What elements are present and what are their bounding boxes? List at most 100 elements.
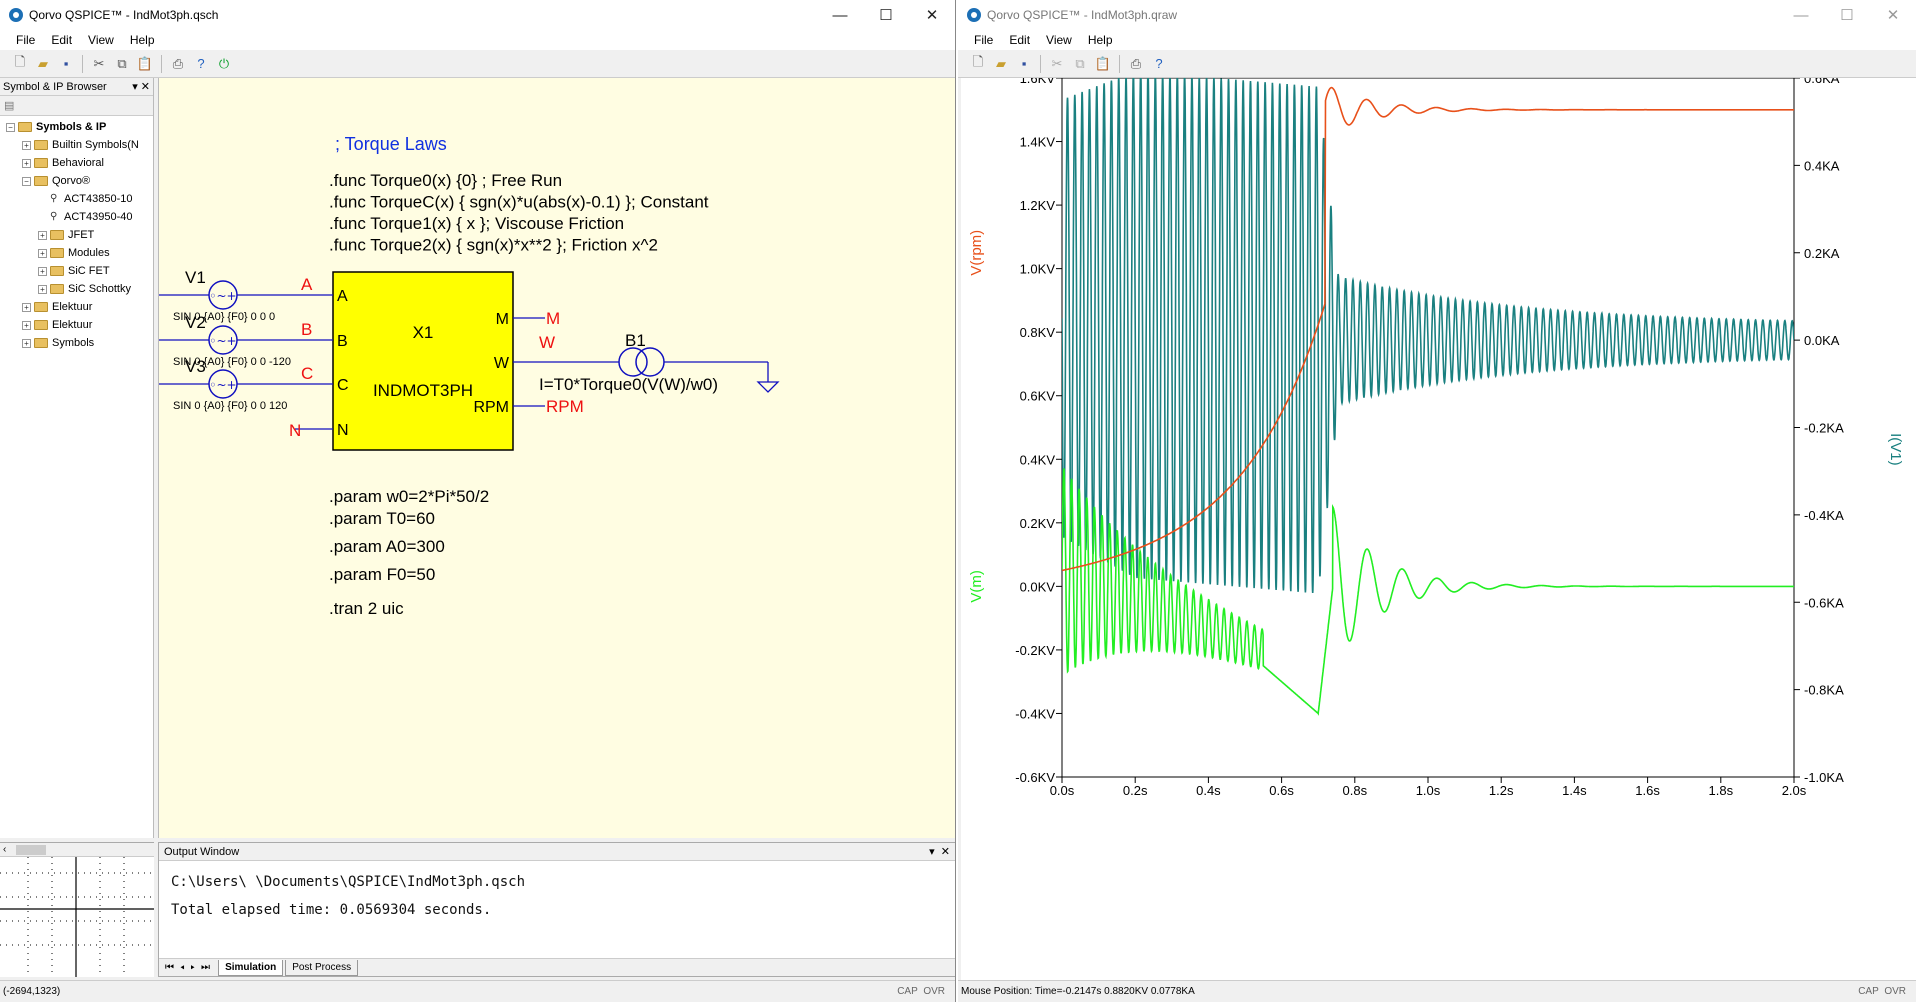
- expand-icon[interactable]: +: [38, 266, 47, 276]
- scroll-thumb[interactable]: [16, 844, 47, 855]
- overwrite-indicator: OVR: [923, 986, 945, 997]
- func-directive: .func TorqueC(x) { sgn(x)*u(abs(x)-0.1) …: [329, 193, 709, 212]
- tree-item[interactable]: + Symbols: [22, 334, 94, 352]
- y-right-tick-label: -0.4KA: [1804, 508, 1844, 523]
- copy-icon[interactable]: ⧉: [112, 54, 132, 74]
- new-file-icon[interactable]: 🗋: [10, 54, 30, 74]
- tree-item[interactable]: + SiC Schottky: [38, 280, 131, 298]
- paste-icon[interactable]: 📋: [135, 54, 155, 74]
- param-directive: .param A0=300: [329, 537, 445, 556]
- open-folder-icon[interactable]: ▰: [991, 54, 1011, 74]
- y-left-tick-label: -0.4KV: [1015, 706, 1055, 721]
- qspice-app-icon: [9, 8, 23, 22]
- block-type: INDMOT3PH: [373, 381, 473, 400]
- menu-file[interactable]: File: [8, 33, 43, 47]
- schematic-editor-window: Qorvo QSPICE™ - IndMot3ph.qsch — ☐ ✕ Fil…: [0, 0, 956, 1002]
- collapse-icon[interactable]: −: [6, 122, 15, 132]
- voltage-source-v3[interactable]: ◦~+: [208, 369, 238, 399]
- scroll-left-icon[interactable]: ‹: [3, 844, 6, 855]
- menu-edit[interactable]: Edit: [43, 33, 80, 47]
- title-bar: Qorvo QSPICE™ - IndMot3ph.qsch — ☐ ✕: [0, 0, 955, 30]
- expand-icon[interactable]: +: [38, 248, 47, 258]
- expand-icon[interactable]: +: [22, 140, 31, 150]
- tree-item[interactable]: + Elektuur: [22, 298, 92, 316]
- open-folder-icon[interactable]: ▰: [33, 54, 53, 74]
- symbol-icon: ⚲: [50, 211, 58, 222]
- maximize-button[interactable]: ☐: [863, 0, 909, 30]
- tree-item-label: Modules: [68, 247, 110, 259]
- tree-item[interactable]: + Behavioral: [22, 154, 104, 172]
- y-right-tick-label: -0.6KA: [1804, 595, 1844, 610]
- close-button[interactable]: ✕: [1870, 0, 1916, 30]
- tab-simulation[interactable]: Simulation: [218, 959, 284, 976]
- b1-refdes: B1: [625, 331, 646, 350]
- tran-directive: .tran 2 uic: [329, 599, 404, 618]
- close-panel-icon[interactable]: ✕: [941, 846, 950, 858]
- folder-icon: [34, 176, 48, 186]
- navigator-minimap[interactable]: ‹: [0, 842, 154, 977]
- voltage-source-v2[interactable]: ◦~+: [208, 325, 238, 355]
- menu-view[interactable]: View: [1038, 33, 1080, 47]
- print-icon[interactable]: ⎙: [1126, 54, 1146, 74]
- minimize-button[interactable]: —: [817, 0, 863, 30]
- pin-dropdown-icon[interactable]: ▾: [929, 846, 935, 858]
- tab-post-process[interactable]: Post Process: [285, 959, 359, 976]
- expand-icon[interactable]: +: [22, 302, 31, 312]
- save-icon[interactable]: ▪: [1014, 54, 1034, 74]
- voltage-source-v1[interactable]: ◦~+: [208, 280, 238, 310]
- pin-dropdown-icon[interactable]: ▾: [132, 81, 138, 93]
- expand-icon[interactable]: +: [22, 320, 31, 330]
- menu-view[interactable]: View: [80, 33, 122, 47]
- folder-icon: [34, 320, 48, 330]
- tree-item[interactable]: ⚲ ACT43850-10: [38, 190, 133, 208]
- collapse-icon[interactable]: −: [22, 176, 31, 186]
- tree-item[interactable]: + Builtin Symbols(N: [22, 136, 139, 154]
- paste-icon[interactable]: 📋: [1093, 54, 1113, 74]
- cut-icon[interactable]: ✂: [1047, 54, 1067, 74]
- copy-icon[interactable]: ⧉: [1070, 54, 1090, 74]
- menu-edit[interactable]: Edit: [1001, 33, 1038, 47]
- y-left-tick-label: 0.4KV: [1020, 452, 1056, 467]
- current-source-b1[interactable]: [618, 347, 665, 377]
- pin-label: W: [494, 355, 510, 372]
- maximize-button[interactable]: ☐: [1824, 0, 1870, 30]
- browser-toolbar-icon[interactable]: ▤: [4, 99, 14, 112]
- sidebar-title: Symbol & IP Browser: [3, 80, 107, 93]
- waveform-plot[interactable]: 0.0s 0.2s 0.4s 0.6s 0.8s 1.0s 1.2s 1.4s 1.6s 1.8s…: [961, 71, 1916, 980]
- pin-label: M: [496, 311, 509, 328]
- expand-icon[interactable]: +: [22, 158, 31, 168]
- help-icon[interactable]: ?: [1149, 54, 1169, 74]
- tree-item[interactable]: + SiC FET: [38, 262, 110, 280]
- tree-item[interactable]: ⚲ ACT43950-40: [38, 208, 133, 226]
- y-left-tick-label: -0.2KV: [1015, 643, 1055, 658]
- folder-icon: [34, 140, 48, 150]
- close-panel-icon[interactable]: ✕: [141, 81, 150, 93]
- expand-icon[interactable]: +: [38, 230, 47, 240]
- tree-item[interactable]: + Modules: [38, 244, 110, 262]
- save-icon[interactable]: ▪: [56, 54, 76, 74]
- y-label-rpm: V(rpm): [968, 230, 985, 276]
- indmot3ph-block[interactable]: [332, 271, 514, 451]
- source-refdes: V2: [185, 313, 206, 332]
- print-icon[interactable]: ⎙: [168, 54, 188, 74]
- menu-file[interactable]: File: [966, 33, 1001, 47]
- menu-bar: File Edit View Help: [0, 30, 955, 50]
- tree-item[interactable]: − Qorvo®: [22, 172, 90, 190]
- close-button[interactable]: ✕: [909, 0, 955, 30]
- minimize-button[interactable]: —: [1778, 0, 1824, 30]
- new-file-icon[interactable]: 🗋: [968, 54, 988, 74]
- help-icon[interactable]: ?: [191, 54, 211, 74]
- tree-item-label: Elektuur: [52, 301, 93, 313]
- tab-nav-arrows[interactable]: ⏮◂▸⏭: [165, 962, 216, 973]
- run-simulation-icon[interactable]: ⏻: [214, 54, 234, 74]
- status-bar: (-2694,1323) CAP OVR: [0, 980, 955, 1002]
- cut-icon[interactable]: ✂: [89, 54, 109, 74]
- schematic-canvas[interactable]: ; Torque Laws .func Torque0(x) {0} ; Free…: [158, 78, 955, 838]
- menu-help[interactable]: Help: [122, 33, 163, 47]
- tree-item[interactable]: − Symbols & IP: [6, 118, 106, 136]
- tree-item[interactable]: + Elektuur: [22, 316, 92, 334]
- menu-help[interactable]: Help: [1080, 33, 1121, 47]
- expand-icon[interactable]: +: [38, 284, 47, 294]
- expand-icon[interactable]: +: [22, 338, 31, 348]
- tree-item[interactable]: + JFET: [38, 226, 94, 244]
